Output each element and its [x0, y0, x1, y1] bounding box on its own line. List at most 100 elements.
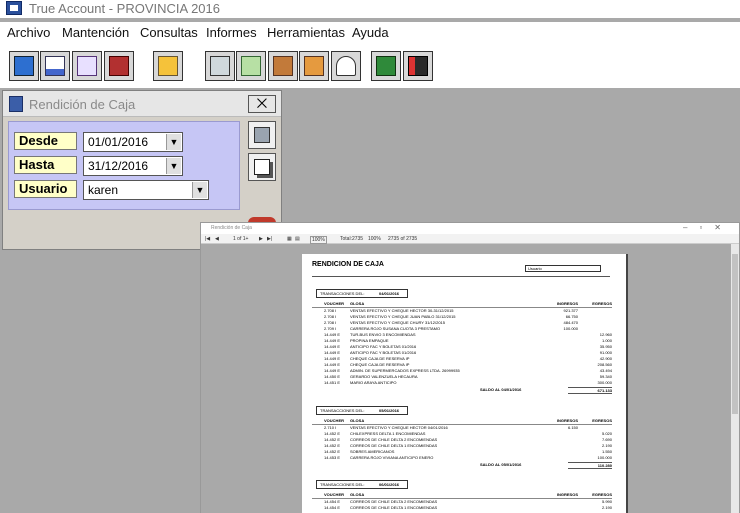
preview-button[interactable]: [248, 153, 276, 181]
section-date: 06/01/2016: [379, 482, 400, 487]
transactions-section: TRANSACCIONES DEL: 06/01/2016 VOUCHER GLOSA…: [312, 480, 612, 511]
section-date: 05/01/2016: [379, 408, 400, 413]
usuario-value: karen: [88, 183, 119, 197]
notebook-button[interactable]: [268, 51, 298, 81]
desde-value: 01/01/2016: [88, 135, 149, 149]
document-icon: [45, 56, 65, 76]
report-title: RENDICION DE CAJA: [312, 261, 384, 268]
ledger-icon: [241, 56, 261, 76]
deposit-icon: [14, 56, 34, 76]
document-button[interactable]: [40, 51, 70, 81]
report-button[interactable]: [72, 51, 102, 81]
transactions-section: TRANSACCIONES DEL: 04/01/2016 VOUCHER GLOSA…: [312, 289, 612, 394]
list-button[interactable]: [299, 51, 329, 81]
folder-button[interactable]: [153, 51, 183, 81]
hasta-value: 31/12/2016: [88, 159, 149, 173]
col-voucher: VOUCHER: [324, 418, 345, 423]
ledger-button[interactable]: [236, 51, 266, 81]
col-glosa: GLOSA: [350, 301, 365, 306]
usuario-label: Usuario: [14, 180, 77, 198]
menu-informes[interactable]: Informes: [206, 25, 257, 40]
print-icon[interactable]: ▦: [287, 236, 292, 242]
section-header: TRANSACCIONES DEL: 06/01/2016: [316, 480, 408, 489]
total-label: Total:2735: [340, 236, 364, 242]
col-egresos: EGRESOS: [592, 301, 612, 306]
usuario-box: Usuario: [525, 265, 601, 272]
menu-mantencion[interactable]: Mantención: [62, 25, 129, 40]
nav-last-icon[interactable]: ▶|: [267, 236, 272, 242]
transactions-section: TRANSACCIONES DEL: 05/01/2016 VOUCHER GLOSA…: [312, 406, 612, 469]
bank-button[interactable]: [104, 51, 134, 81]
nav-next-icon[interactable]: ▶: [259, 236, 263, 242]
deposit-button[interactable]: [9, 51, 39, 81]
zoom-select[interactable]: 100%: [310, 236, 327, 244]
section-label: TRANSACCIONES DEL:: [320, 408, 365, 413]
egresos-cell: 2.190: [601, 505, 612, 510]
list-icon: [304, 56, 324, 76]
menu-archivo[interactable]: Archivo: [7, 25, 50, 40]
folder-icon: [158, 56, 178, 76]
divider: [312, 276, 610, 277]
user-button[interactable]: [331, 51, 361, 81]
filter-panel: Desde 01/01/2016 ▼ Hasta 31/12/2016 ▼ Us…: [8, 121, 240, 210]
saldo-value: 671.133: [568, 387, 612, 394]
glosa-cell: CORREOS DE CHILE DELTA 1 ENCOMIENDAS: [350, 505, 438, 510]
chart-icon: [408, 56, 428, 76]
voucher-cell: 14.453 E: [324, 455, 341, 460]
eye-icon: [376, 56, 396, 76]
printer-icon: [254, 127, 270, 143]
user-icon: [336, 56, 356, 76]
dialog-close-button[interactable]: ⨉: [248, 95, 276, 113]
col-egresos: EGRESOS: [592, 418, 612, 423]
chevron-down-icon[interactable]: ▼: [192, 182, 207, 198]
usuario-select[interactable]: karen ▼: [83, 180, 209, 200]
column-header-row: VOUCHER GLOSA INGRESOS EGRESOS: [312, 492, 612, 499]
percent-label: 100%: [368, 236, 381, 242]
copy-icon: [254, 159, 270, 175]
table-row: 14.453 E CARRERA ROJO VIVIANA ANTICIPO EN…: [312, 455, 612, 461]
chevron-down-icon[interactable]: ▼: [166, 134, 181, 150]
saldo-label: SALDO AL 05/01/2016: [480, 462, 521, 467]
preview-title: Rendición de Caja: [211, 225, 252, 231]
notebook-icon: [273, 56, 293, 76]
chevron-down-icon[interactable]: ▼: [166, 158, 181, 174]
desde-date-field[interactable]: 01/01/2016 ▼: [83, 132, 183, 152]
preview-toolbar: |◀ ◀ 1 of 1+ ▶ ▶| ▦ ▤ 100% Total:2735 10…: [201, 234, 739, 244]
preview-window-controls[interactable]: –▫✕: [683, 223, 733, 232]
egresos-cell: 100.000: [597, 455, 612, 460]
saldo-date: 05/01/2016: [501, 462, 522, 467]
section-label: TRANSACCIONES DEL:: [320, 291, 365, 296]
col-glosa: GLOSA: [350, 492, 365, 497]
page-indicator: 1 of 1+: [233, 236, 249, 242]
voucher-cell: 14.451 E: [324, 380, 341, 385]
chart-button[interactable]: [403, 51, 433, 81]
saldo-value: 110.280: [568, 462, 612, 469]
table-row: 14.454 E CORREOS DE CHILE DELTA 1 ENCOMIE…: [312, 505, 612, 511]
nav-first-icon[interactable]: |◀: [205, 236, 210, 242]
section-label: TRANSACCIONES DEL:: [320, 482, 365, 487]
calculator-button[interactable]: [205, 51, 235, 81]
saldo-row: SALDO AL 05/01/2016 110.280: [312, 462, 612, 469]
column-header-row: VOUCHER GLOSA INGRESOS EGRESOS: [312, 301, 612, 308]
nav-prev-icon[interactable]: ◀: [215, 236, 219, 242]
export-icon[interactable]: ▤: [295, 236, 300, 242]
saldo-text: SALDO AL: [480, 462, 501, 467]
menu-ayuda[interactable]: Ayuda: [352, 25, 389, 40]
preview-scrollbar[interactable]: [731, 244, 739, 513]
hasta-date-field[interactable]: 31/12/2016 ▼: [83, 156, 183, 176]
menu-bar: Archivo Mantención Consultas Informes He…: [0, 22, 740, 44]
dialog-title: Rendición de Caja: [29, 97, 136, 112]
title-bar: True Account - PROVINCIA 2016: [0, 0, 740, 18]
dialog-icon: [9, 96, 23, 112]
print-button[interactable]: [248, 121, 276, 149]
hasta-label: Hasta: [14, 156, 77, 174]
section-header: TRANSACCIONES DEL: 05/01/2016: [316, 406, 408, 415]
table-row: 14.451 E MARIO ARAYA ANTICIPO 300.000: [312, 380, 612, 386]
section-header: TRANSACCIONES DEL: 04/01/2016: [316, 289, 408, 298]
menu-herramientas[interactable]: Herramientas: [267, 25, 345, 40]
col-ingresos: INGRESOS: [556, 418, 578, 423]
eye-button[interactable]: [371, 51, 401, 81]
menu-consultas[interactable]: Consultas: [140, 25, 198, 40]
scroll-thumb[interactable]: [732, 254, 738, 414]
app-icon: [6, 1, 22, 15]
